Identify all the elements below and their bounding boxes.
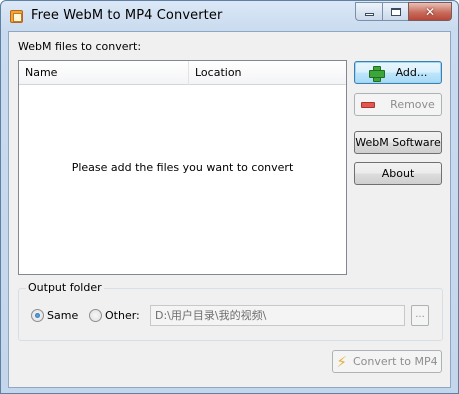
same-radio-label[interactable]: Same bbox=[47, 309, 78, 322]
window-title: Free WebM to MP4 Converter bbox=[31, 8, 223, 23]
other-radio[interactable] bbox=[89, 309, 102, 322]
output-folder-group: Output folder Same Other: D:\用户目录\我的视频\ … bbox=[18, 281, 443, 341]
browse-button[interactable]: ... bbox=[411, 305, 429, 326]
minus-icon bbox=[361, 101, 376, 108]
maximize-icon bbox=[390, 7, 401, 16]
convert-button[interactable]: ⚡ Convert to MP4 bbox=[332, 350, 442, 373]
other-radio-label[interactable]: Other: bbox=[105, 309, 140, 322]
title-bar[interactable]: Free WebM to MP4 Converter ✕ bbox=[1, 1, 458, 31]
client-area: WebM files to convert: Name Location Ple… bbox=[8, 31, 451, 388]
about-label: About bbox=[381, 167, 415, 180]
convert-button-label: Convert to MP4 bbox=[352, 355, 438, 368]
close-button[interactable]: ✕ bbox=[408, 2, 452, 21]
remove-button[interactable]: Remove bbox=[354, 93, 442, 116]
minimize-button[interactable] bbox=[355, 2, 382, 21]
files-list[interactable]: Name Location Please add the files you w… bbox=[18, 60, 347, 275]
column-header-name[interactable]: Name bbox=[19, 61, 189, 85]
plus-icon bbox=[368, 65, 385, 82]
app-icon bbox=[10, 10, 23, 23]
output-folder-title: Output folder bbox=[26, 281, 104, 294]
empty-list-message: Please add the files you want to convert bbox=[71, 161, 294, 174]
lightning-icon: ⚡ bbox=[336, 352, 347, 371]
about-button[interactable]: About bbox=[354, 162, 442, 185]
app-window: Free WebM to MP4 Converter ✕ WebM files … bbox=[0, 0, 459, 394]
close-icon: ✕ bbox=[424, 4, 436, 19]
files-label: WebM files to convert: bbox=[18, 40, 142, 53]
add-button[interactable]: Add... bbox=[354, 61, 442, 84]
webm-software-label: WebM Software bbox=[355, 136, 441, 149]
add-button-label: Add... bbox=[395, 66, 428, 79]
output-path-field[interactable]: D:\用户目录\我的视频\ bbox=[150, 305, 405, 326]
maximize-button[interactable] bbox=[382, 2, 408, 21]
caption-buttons: ✕ bbox=[355, 2, 452, 21]
column-header-location[interactable]: Location bbox=[189, 61, 346, 85]
same-radio[interactable] bbox=[31, 309, 44, 322]
remove-button-label: Remove bbox=[390, 98, 435, 111]
minimize-icon bbox=[364, 13, 374, 16]
list-header: Name Location bbox=[19, 61, 346, 85]
webm-software-button[interactable]: WebM Software bbox=[354, 131, 442, 154]
